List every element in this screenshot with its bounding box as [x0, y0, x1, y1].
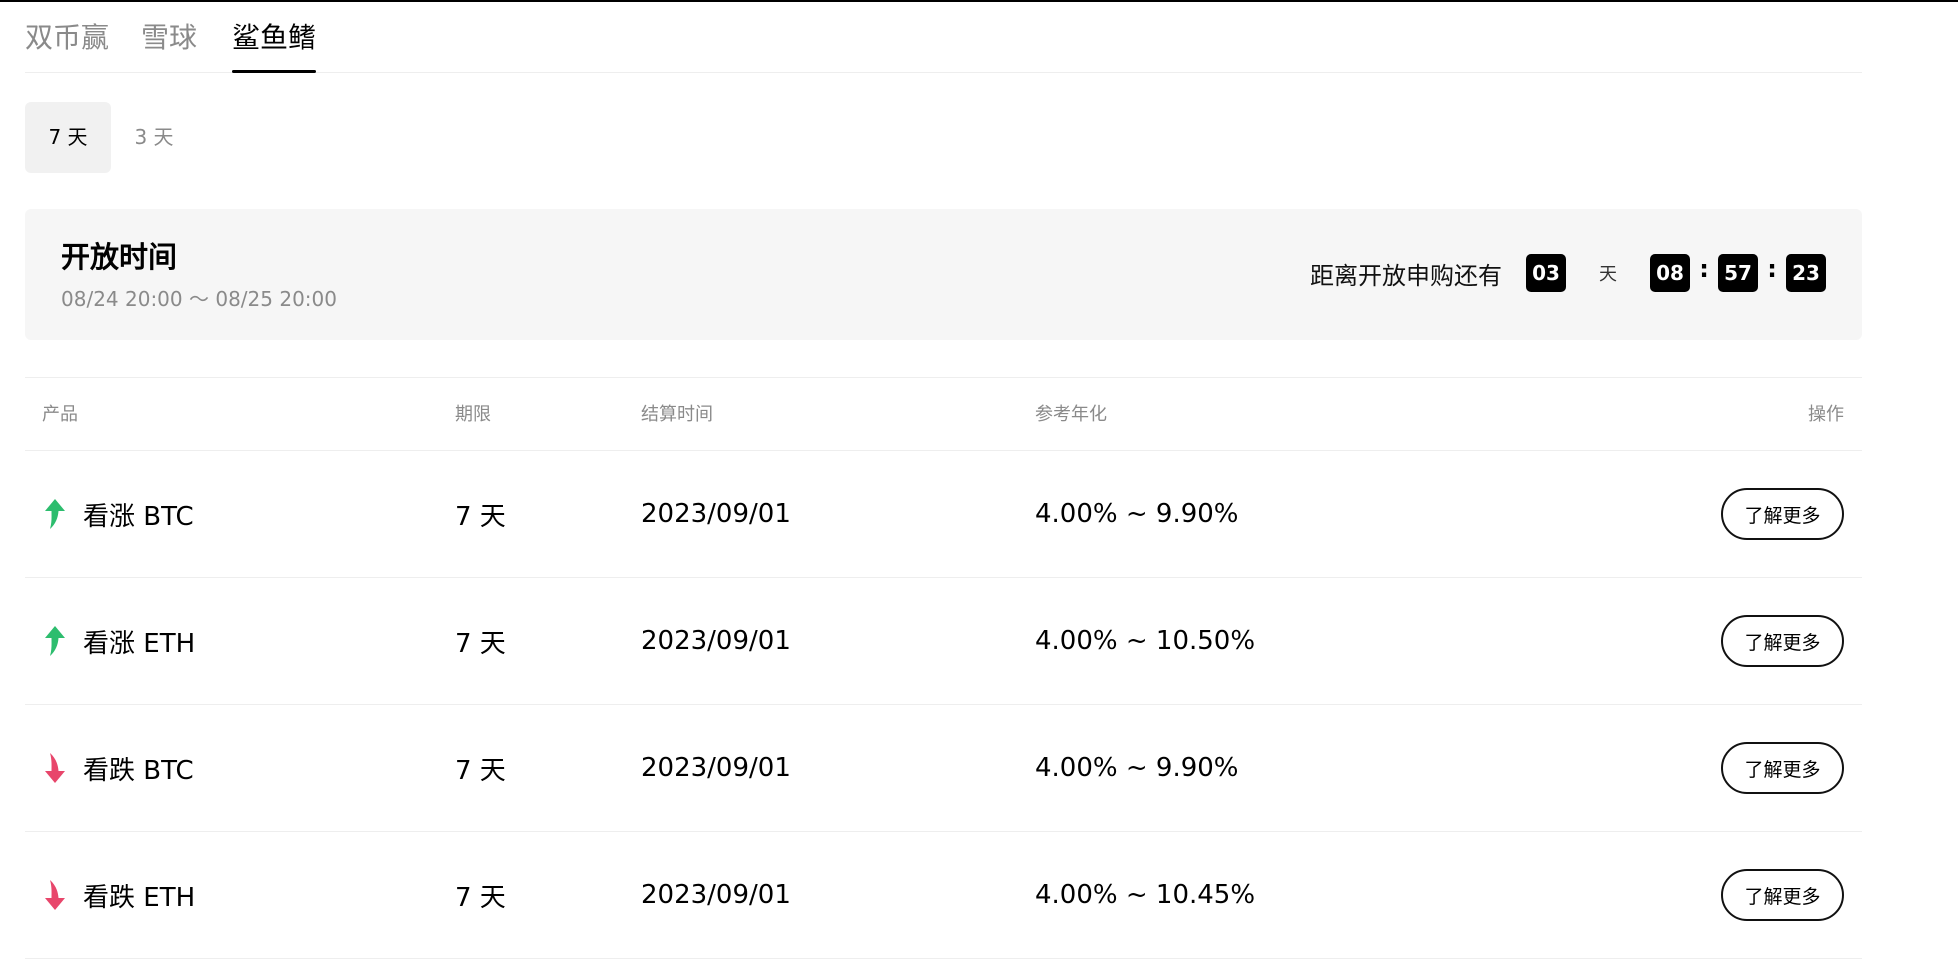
product-name: 看涨 ETH	[83, 628, 196, 659]
products-table: 产品 期限 结算时间 参考年化 操作 看涨 BTC 7 天 2023/09/01…	[25, 377, 1862, 959]
learn-more-button[interactable]: 了解更多	[1721, 742, 1844, 794]
tab-snowball[interactable]: 雪球	[141, 18, 197, 58]
table-row: 看涨 BTC 7 天 2023/09/01 4.00% ~ 9.90% 了解更多	[25, 451, 1862, 578]
period-3-days[interactable]: 3 天	[111, 102, 197, 173]
product-apr: 4.00% ~ 9.90%	[1035, 753, 1239, 783]
open-time-range: 08/24 20:00 ～ 08/25 20:00	[61, 287, 337, 311]
open-time-title: 开放时间	[61, 240, 178, 274]
countdown-separator: :	[1767, 255, 1777, 283]
product-name: 看跌 BTC	[83, 755, 194, 786]
learn-more-button[interactable]: 了解更多	[1721, 869, 1844, 921]
product-term: 7 天	[455, 628, 506, 659]
header-action: 操作	[1808, 404, 1844, 425]
countdown-minutes: 57	[1718, 254, 1758, 292]
tab-shark-fin[interactable]: 鲨鱼鳍	[232, 18, 317, 73]
product-term: 7 天	[455, 755, 506, 786]
header-settle-time: 结算时间	[641, 404, 713, 425]
learn-more-button[interactable]: 了解更多	[1721, 488, 1844, 540]
table-row: 看跌 BTC 7 天 2023/09/01 4.00% ~ 9.90% 了解更多	[25, 705, 1862, 832]
arrow-down-icon	[45, 753, 65, 783]
product-apr: 4.00% ~ 10.45%	[1035, 880, 1256, 910]
header-product: 产品	[42, 404, 78, 425]
product-settle-time: 2023/09/01	[641, 626, 791, 656]
table-header: 产品 期限 结算时间 参考年化 操作	[25, 377, 1862, 451]
arrow-down-icon	[45, 880, 65, 910]
product-name: 看跌 ETH	[83, 882, 196, 913]
countdown-seconds: 23	[1786, 254, 1826, 292]
countdown-days: 03	[1526, 254, 1566, 292]
product-name: 看涨 BTC	[83, 501, 194, 532]
learn-more-button[interactable]: 了解更多	[1721, 615, 1844, 667]
countdown-day-unit: 天	[1599, 264, 1617, 285]
product-tabs: 双币赢 雪球 鲨鱼鳍	[25, 2, 1862, 73]
product-term: 7 天	[455, 501, 506, 532]
product-apr: 4.00% ~ 9.90%	[1035, 499, 1239, 529]
product-settle-time: 2023/09/01	[641, 753, 791, 783]
period-filter: 7 天 3 天	[25, 102, 1862, 173]
open-time-card: 开放时间 08/24 20:00 ～ 08/25 20:00 距离开放申购还有 …	[25, 209, 1862, 340]
period-7-days[interactable]: 7 天	[25, 102, 111, 173]
product-apr: 4.00% ~ 10.50%	[1035, 626, 1256, 656]
countdown-hours: 08	[1650, 254, 1690, 292]
table-row: 看跌 ETH 7 天 2023/09/01 4.00% ~ 10.45% 了解更…	[25, 832, 1862, 959]
arrow-up-icon	[45, 499, 65, 529]
countdown-separator: :	[1699, 255, 1709, 283]
subscription-countdown: 距离开放申购还有 03 天 08 : 57 : 23	[1310, 253, 1826, 293]
tab-dual-currency[interactable]: 双币赢	[25, 18, 109, 58]
product-term: 7 天	[455, 882, 506, 913]
table-row: 看涨 ETH 7 天 2023/09/01 4.00% ~ 10.50% 了解更…	[25, 578, 1862, 705]
main-container: 双币赢 雪球 鲨鱼鳍 7 天 3 天 开放时间 08/24 20:00 ～ 08…	[25, 2, 1862, 959]
arrow-up-icon	[45, 626, 65, 656]
product-settle-time: 2023/09/01	[641, 499, 791, 529]
product-settle-time: 2023/09/01	[641, 880, 791, 910]
header-term: 期限	[455, 404, 491, 425]
countdown-label: 距离开放申购还有	[1310, 261, 1502, 290]
header-apr: 参考年化	[1035, 404, 1107, 425]
